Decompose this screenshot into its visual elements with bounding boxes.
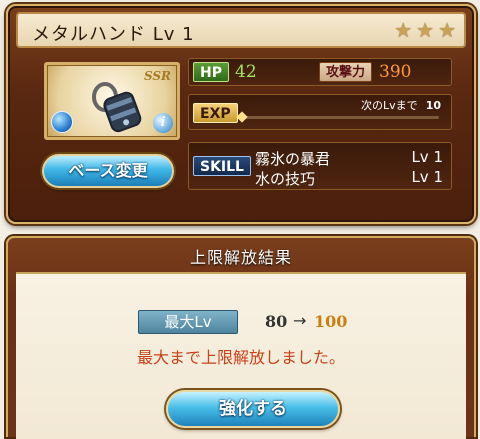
star-icon: ★ — [416, 18, 435, 42]
attack-label: 攻撃力 — [319, 62, 373, 82]
exp-box: EXP 次のLvまで 10 — [188, 94, 452, 130]
next-level-text: 次のLvまで 10 — [361, 97, 441, 113]
hp-value: 42 — [235, 62, 257, 82]
panel-body: 最大Lv 80 → 100 最大まで上限解放しました。 強化する — [16, 272, 466, 439]
arrow-icon: → — [293, 311, 307, 330]
info-icon[interactable]: i — [153, 113, 173, 133]
exp-bar — [236, 111, 439, 123]
skill-name: 水の技巧 — [255, 170, 316, 188]
panel-title: 上限解放結果 — [189, 248, 292, 267]
hp-label: HP — [193, 62, 229, 82]
attack-value: 390 — [379, 62, 412, 82]
skill-name: 霧氷の暴君 — [255, 150, 331, 168]
stat-row: HP 42 攻撃力 390 — [188, 58, 452, 86]
weapon-title-bar: メタルハンド Lv 1 ★ ★ ★ — [16, 12, 466, 48]
weapon-level: Lv 1 — [152, 24, 195, 45]
skill-level: Lv 1 — [411, 168, 443, 186]
skill-label: SKILL — [193, 156, 251, 176]
new-max-level: 100 — [314, 312, 348, 331]
uncap-stars: ★ ★ ★ — [394, 18, 456, 42]
weapon-name: メタルハンド — [32, 24, 146, 45]
next-level-label: 次のLvまで — [361, 99, 418, 112]
enhance-button[interactable]: 強化する — [166, 390, 340, 428]
weapon-portrait[interactable]: SSR i — [44, 62, 180, 140]
star-icon: ★ — [438, 18, 456, 42]
max-level-label: 最大Lv — [138, 310, 238, 334]
star-icon: ★ — [394, 18, 413, 42]
next-level-value: 10 — [425, 99, 441, 112]
exp-label: EXP — [193, 103, 238, 123]
old-max-level: 80 — [265, 312, 288, 331]
weapon-title: メタルハンド Lv 1 — [32, 20, 195, 46]
uncap-result-panel: 上限解放結果 最大Lv 80 → 100 最大まで上限解放しました。 強化する — [6, 236, 476, 439]
base-change-button[interactable]: ベース変更 — [42, 154, 174, 188]
water-element-icon — [51, 111, 73, 133]
weapon-card: メタルハンド Lv 1 ★ ★ ★ SSR i ベース変更 HP 42 攻撃力 … — [6, 4, 476, 224]
result-message: 最大まで上限解放しました。 — [136, 348, 345, 367]
skill-box[interactable]: SKILL 霧氷の暴君 Lv 1 水の技巧 Lv 1 — [188, 142, 452, 190]
exp-marker-icon — [236, 111, 248, 123]
skill-level: Lv 1 — [411, 148, 443, 166]
